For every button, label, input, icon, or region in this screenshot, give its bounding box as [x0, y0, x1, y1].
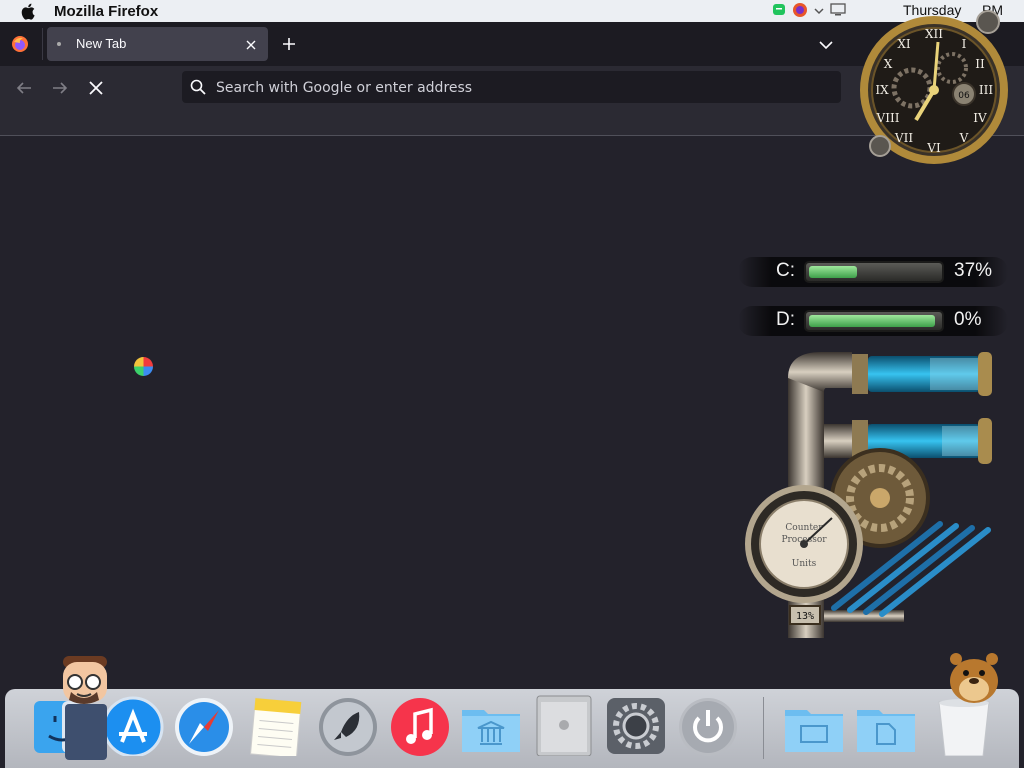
drive-label: D: [776, 309, 795, 330]
app-name[interactable]: Mozilla Firefox [54, 3, 158, 20]
back-icon[interactable] [15, 79, 33, 97]
power-icon[interactable] [677, 694, 739, 756]
svg-text:VIII: VIII [876, 111, 900, 125]
drive-percent: 37% [954, 260, 993, 281]
firefox-icon[interactable] [11, 35, 29, 53]
address-input[interactable] [214, 71, 818, 105]
chat-icon[interactable] [772, 3, 786, 20]
downloads-folder-icon[interactable] [783, 694, 845, 756]
loading-spinner-cursor [134, 357, 153, 376]
svg-text:I: I [962, 37, 967, 51]
drive-meter-c: C: 37% [738, 255, 1008, 289]
launchpad-icon[interactable] [317, 694, 379, 756]
display-icon[interactable] [830, 2, 846, 20]
firefox-tray-icon[interactable] [792, 2, 808, 21]
svg-text:XII: XII [925, 27, 943, 41]
close-icon[interactable] [244, 37, 258, 51]
svg-text:II: II [975, 57, 985, 71]
drive-usage-bar [804, 261, 944, 283]
svg-text:III: III [979, 83, 993, 97]
drive-usage-bar [804, 310, 944, 332]
tab-title: New Tab [76, 36, 127, 51]
tab-new-tab[interactable]: New Tab [47, 27, 268, 61]
mac-pro-icon[interactable] [533, 694, 595, 757]
svg-text:XI: XI [897, 37, 911, 51]
hamster-mascot [944, 645, 1004, 705]
system-preferences-icon[interactable] [605, 694, 667, 756]
status-tray [772, 2, 846, 20]
tab-separator [42, 28, 43, 60]
svg-text:V: V [959, 131, 969, 145]
drive-meter-d: D: 0% [738, 304, 1008, 338]
url-bar[interactable] [182, 71, 841, 105]
cartoon-avatar [57, 652, 115, 764]
forward-icon[interactable] [51, 79, 69, 97]
chevron-down-icon[interactable] [814, 3, 824, 19]
notes-icon[interactable] [245, 694, 307, 759]
cpu-gauge-widget[interactable]: Counter Processor Units 13% [742, 348, 1002, 648]
list-all-tabs-icon[interactable] [818, 37, 834, 51]
svg-text:IX: IX [875, 83, 889, 97]
apple-logo-icon[interactable] [18, 3, 38, 20]
stop-icon[interactable] [87, 79, 105, 97]
applications-folder-icon[interactable] [460, 694, 522, 756]
clock-date-text: 06 [958, 91, 970, 101]
dock-separator [763, 697, 764, 759]
drive-label: C: [776, 260, 795, 281]
svg-text:X: X [884, 57, 893, 71]
svg-text:IV: IV [973, 111, 987, 125]
dock [5, 689, 1019, 768]
clock-widget[interactable]: 06 XII III VI IX I II IV V VII VIII X XI [852, 8, 1012, 168]
svg-text:VI: VI [926, 141, 941, 155]
svg-text:VII: VII [894, 131, 913, 145]
plus-icon[interactable] [281, 36, 297, 52]
drive-percent: 0% [954, 309, 982, 330]
tab-favicon [57, 42, 61, 46]
drive-usage-fill [809, 315, 935, 327]
music-icon[interactable] [389, 694, 451, 756]
documents-folder-icon[interactable] [855, 694, 917, 756]
search-icon [190, 79, 206, 95]
safari-icon[interactable] [173, 694, 235, 756]
gauge-unit: Units [792, 559, 817, 569]
drive-usage-fill [809, 266, 857, 278]
gauge-readout: 13% [796, 611, 814, 622]
